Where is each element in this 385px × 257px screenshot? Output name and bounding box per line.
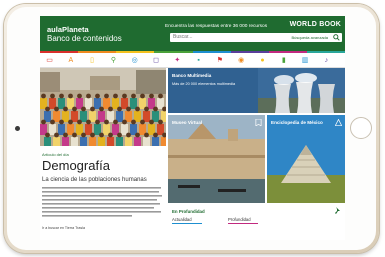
camera-icon xyxy=(15,126,20,131)
feature-tiles: Banco Multimedia Más de 20 000 elementos… xyxy=(168,68,345,240)
header-bar: aulaPlaneta Banco de contenidos Encuentr… xyxy=(40,16,345,51)
news-tab-profundidad[interactable]: Profundidad xyxy=(228,217,251,222)
article-kicker: Artículo del día xyxy=(42,152,69,157)
tab-underline-profundidad xyxy=(228,223,258,224)
chat-icon[interactable]: ◻ xyxy=(152,56,161,65)
search-box[interactable]: Buscar... Búsqueda avanzada xyxy=(170,33,342,42)
tile-banco-title: Banco Multimedia xyxy=(172,73,212,78)
music-icon[interactable]: ♪ xyxy=(322,56,331,65)
target-icon[interactable]: ◉ xyxy=(237,56,246,65)
worldbook-logo[interactable]: WORLD BOOK xyxy=(290,21,341,28)
monitor-icon[interactable]: ▭ xyxy=(45,56,54,65)
tile-museo-title: Museo Virtual xyxy=(172,120,203,125)
news-section: En Profundidad Actualidad Profundidad xyxy=(168,205,345,240)
bookmark-icon[interactable] xyxy=(255,119,262,126)
chart-icon[interactable]: ▥ xyxy=(301,56,310,65)
compass-icon[interactable]: ◎ xyxy=(130,56,139,65)
crowd-photo[interactable] xyxy=(40,68,166,146)
text-icon[interactable]: A xyxy=(66,56,75,65)
tile-enciclopedia-mexico[interactable]: Enciclopedia de México xyxy=(267,115,345,203)
logo-subtitle: Banco de contenidos xyxy=(47,34,122,43)
flag-icon[interactable]: ⚑ xyxy=(215,56,224,65)
book-icon[interactable]: ▯ xyxy=(88,56,97,65)
person-icon[interactable]: ● xyxy=(258,56,267,65)
tab-underline-actualidad xyxy=(172,223,202,224)
news-tab-actualidad[interactable]: Actualidad xyxy=(172,217,192,222)
news-title: En Profundidad xyxy=(172,209,205,214)
article-title[interactable]: Demografía xyxy=(42,158,110,173)
promo-text: Encuentra las respuestas entre 36 000 re… xyxy=(165,24,268,29)
map-pin-icon[interactable]: ⚲ xyxy=(109,56,118,65)
app-screen: aulaPlaneta Banco de contenidos Encuentr… xyxy=(40,16,345,240)
molecule-icon[interactable]: ✦ xyxy=(173,56,182,65)
warning-icon xyxy=(335,119,342,126)
search-input[interactable]: Buscar... xyxy=(173,34,192,40)
logo-name[interactable]: aulaPlaneta xyxy=(47,25,89,34)
tile-banco-desc: Más de 20 000 elementos multimedia xyxy=(172,82,236,86)
home-button[interactable] xyxy=(350,117,372,139)
tile-banco-multimedia[interactable]: Banco Multimedia Más de 20 000 elementos… xyxy=(168,68,345,113)
advanced-search-link[interactable]: Búsqueda avanzada xyxy=(292,35,328,40)
article-subtitle: La ciencia de las poblaciones humanas xyxy=(42,177,147,183)
search-icon[interactable] xyxy=(333,34,340,41)
tile-enciclopedia-title: Enciclopedia de México xyxy=(271,120,323,125)
folder-icon[interactable]: ▮ xyxy=(279,56,288,65)
article-body xyxy=(42,186,163,222)
briefcase-icon[interactable]: ▪ xyxy=(194,56,203,65)
pin-icon[interactable] xyxy=(333,207,341,215)
category-icon-bar: ▭ A ▯ ⚲ ◎ ◻ ✦ ▪ ⚑ ◉ ● ▮ ▥ ♪ xyxy=(40,53,345,68)
article-panel: Artículo del día Demografía La ciencia d… xyxy=(40,68,166,240)
tile-museo-virtual[interactable]: Museo Virtual xyxy=(168,115,265,203)
article-caption[interactable]: Ir a buscar en Tierra Trasla xyxy=(42,226,85,230)
